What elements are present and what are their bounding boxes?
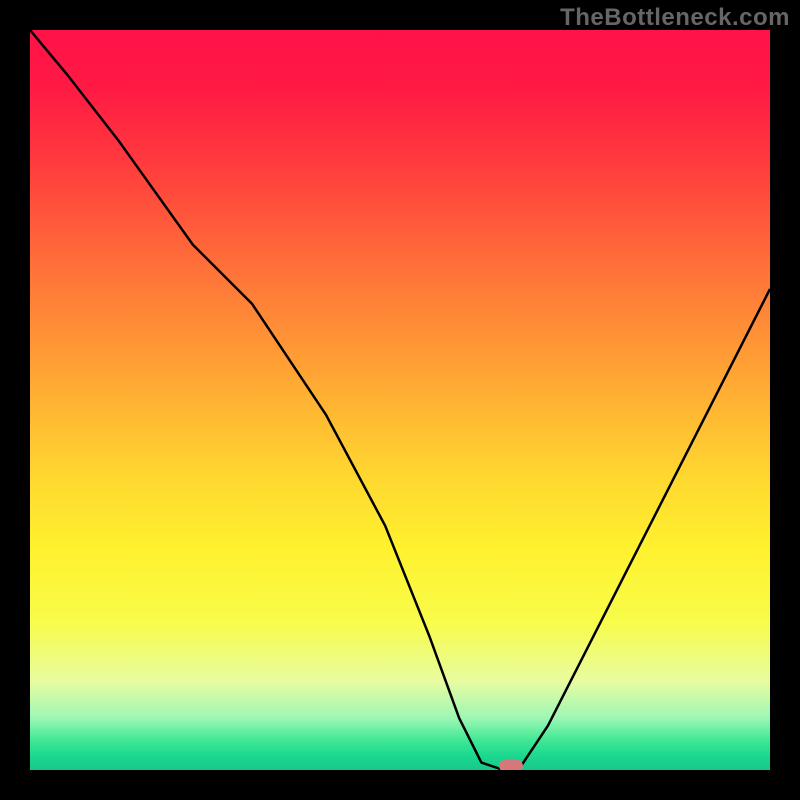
curve-path [30,30,770,770]
plot-area [30,30,770,770]
curve-svg [30,30,770,770]
watermark-text: TheBottleneck.com [560,4,790,32]
chart-frame: TheBottleneck.com [0,0,800,800]
min-marker [499,760,523,770]
